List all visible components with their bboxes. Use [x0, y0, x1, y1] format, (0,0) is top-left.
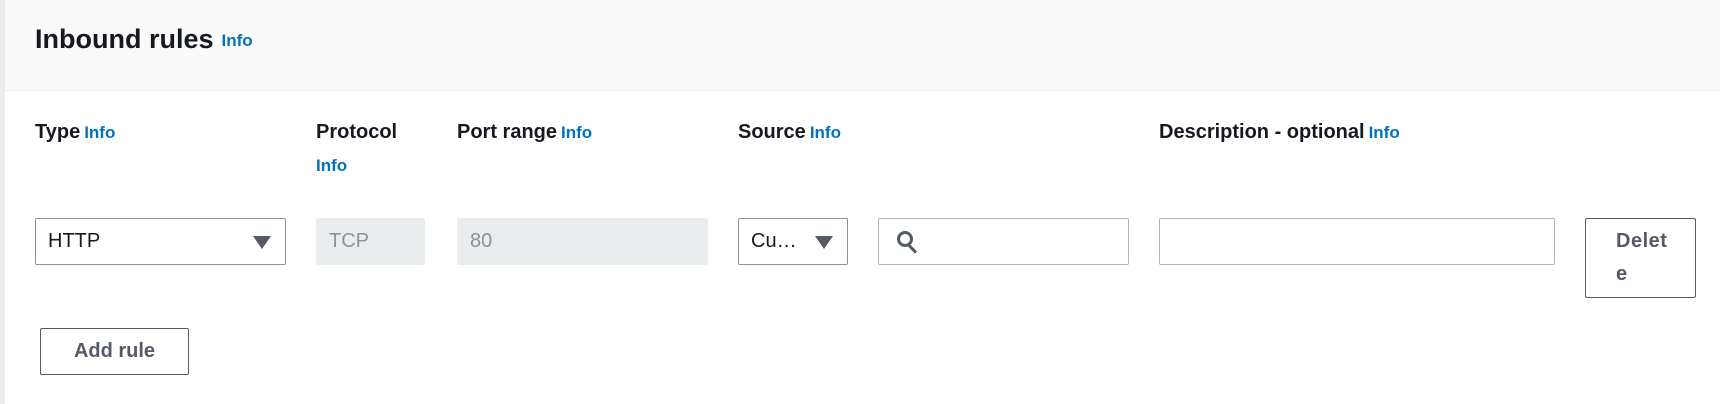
protocol-value: TCP: [329, 230, 369, 252]
port-range-field: 80: [457, 218, 708, 265]
port-range-info-link[interactable]: Info: [561, 123, 592, 142]
port-range-label: Port range: [457, 121, 558, 143]
source-select[interactable]: Cu…: [738, 218, 848, 265]
column-label-port-range: Port range Info: [457, 119, 592, 146]
protocol-field: TCP: [316, 218, 425, 265]
caret-down-icon: [253, 236, 271, 249]
panel-title: Inbound rules Info: [35, 24, 253, 55]
description-label: Description - optional: [1159, 121, 1365, 143]
search-icon: [897, 231, 919, 254]
description-info-link[interactable]: Info: [1369, 123, 1400, 142]
header-info-link[interactable]: Info: [222, 31, 253, 50]
port-range-value: 80: [470, 230, 493, 252]
delete-button-label: Delete: [1616, 230, 1668, 285]
protocol-info-link[interactable]: Info: [316, 149, 397, 182]
add-rule-button[interactable]: Add rule: [40, 328, 189, 375]
column-label-protocol: Protocol Info: [316, 116, 397, 182]
type-info-link[interactable]: Info: [84, 123, 115, 142]
type-select[interactable]: HTTP: [35, 218, 286, 265]
protocol-label: Protocol: [316, 121, 398, 143]
source-label: Source: [738, 121, 806, 143]
description-input[interactable]: [1159, 218, 1555, 265]
source-info-link[interactable]: Info: [810, 123, 841, 142]
inbound-rules-panel: Inbound rules Info Type Info Protocol Info…: [0, 0, 1720, 404]
source-search-input[interactable]: [878, 218, 1129, 265]
type-select-value: HTTP: [48, 230, 101, 252]
source-select-value: Cu…: [751, 230, 797, 252]
column-label-description: Description - optional Info: [1159, 119, 1400, 146]
caret-down-icon: [815, 236, 833, 249]
panel-title-text: Inbound rules: [35, 24, 214, 54]
panel-header: Inbound rules Info: [5, 0, 1720, 91]
delete-rule-button[interactable]: Delete: [1585, 218, 1696, 298]
type-label: Type: [35, 121, 81, 143]
column-label-source: Source Info: [738, 119, 841, 146]
column-label-type: Type Info: [35, 119, 115, 146]
add-rule-button-label: Add rule: [73, 340, 156, 362]
